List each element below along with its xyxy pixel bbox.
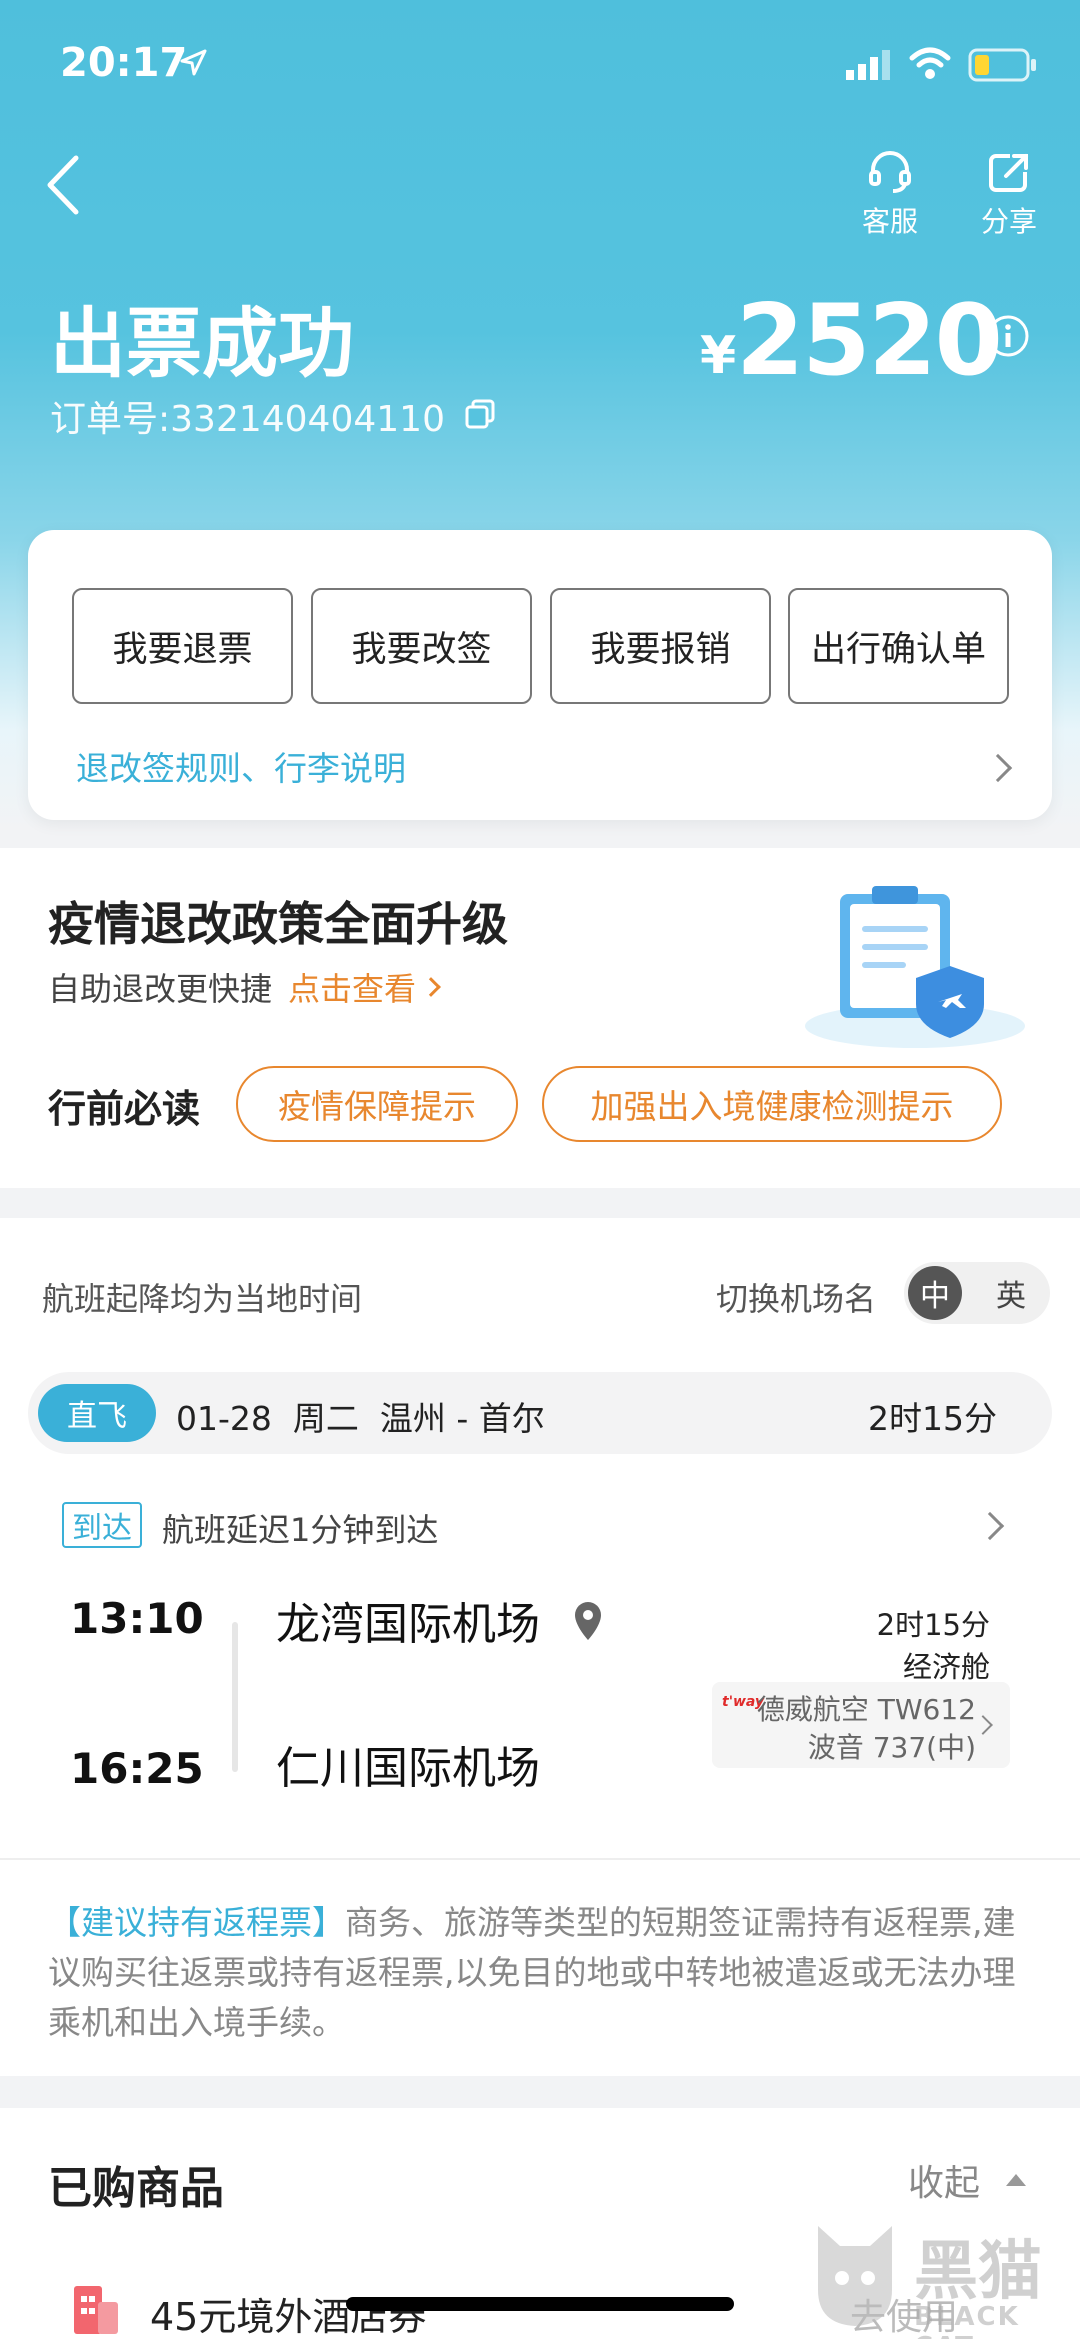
back-button[interactable] [40, 150, 90, 220]
departure-time: 13:10 [70, 1594, 204, 1643]
location-arrow-icon [178, 48, 208, 82]
airline-info-box[interactable]: t'way 德威航空 TW612 波音 737(中) [712, 1682, 1010, 1768]
black-cat-logo-icon [818, 2226, 892, 2326]
watermark-subtext: BLACK CAT [914, 2302, 1020, 2339]
back-arrow-icon [47, 155, 79, 215]
triangle-up-icon[interactable] [1004, 2172, 1028, 2192]
notice-highlight: 【建议持有返程票】 [48, 1903, 345, 1942]
chevron-right-icon[interactable] [983, 753, 1013, 783]
cabin-class: 经济舱 [902, 1650, 990, 1684]
order-number: 订单号:332140404110 [50, 399, 445, 440]
flight-duration: 2时15分 [868, 1399, 997, 1438]
flight-section: 航班起降均为当地时间 切换机场名 中 英 直飞 01-28 周二 温州 - 首尔… [0, 1218, 1080, 1858]
epidemic-guarantee-tag[interactable]: 疫情保障提示 [236, 1066, 518, 1142]
chevron-right-icon[interactable] [975, 1511, 1005, 1541]
purchased-title: 已购商品 [48, 2163, 224, 2214]
epidemic-title: 疫情退改政策全面升级 [48, 897, 508, 951]
customer-service-label: 客服 [861, 205, 918, 238]
rules-link[interactable]: 退改签规则、行李说明 [76, 742, 406, 790]
aircraft-type: 波音 737(中) [807, 1731, 976, 1764]
collapse-button[interactable]: 收起 [908, 2154, 980, 2206]
delay-note: 航班延迟1分钟到达 [162, 1511, 439, 1549]
home-indicator [346, 2297, 734, 2311]
arrival-tag: 到达 [62, 1502, 142, 1548]
status-time: 20:17 [60, 40, 188, 86]
chevron-right-icon [973, 1715, 993, 1735]
lang-en-option[interactable]: 英 [984, 1266, 1038, 1320]
headset-icon [869, 151, 911, 193]
flight-date-route: 01-28 周二 温州 - 首尔 [176, 1399, 545, 1438]
local-time-note: 航班起降均为当地时间 [42, 1280, 363, 1318]
copy-icon[interactable] [465, 399, 495, 433]
watermark-text: 黑猫 [914, 2235, 1042, 2309]
travel-confirmation-button[interactable]: 出行确认单 [788, 588, 1009, 704]
health-check-tag[interactable]: 加强出入境健康检测提示 [542, 1066, 1002, 1142]
change-button[interactable]: 我要改签 [311, 588, 532, 704]
share-label: 分享 [980, 205, 1037, 238]
timeline-divider [232, 1622, 238, 1772]
airline-flight-number: 德威航空 TW612 [756, 1693, 976, 1726]
epidemic-policy-section: 疫情退改政策全面升级 自助退改更快捷 点击查看 行前必读 疫情保障提示 加强出入… [0, 848, 1080, 1188]
price: 2520 [736, 284, 1003, 398]
direct-flight-badge: 直飞 [38, 1384, 156, 1442]
arrival-time: 16:25 [70, 1744, 204, 1793]
price-info-icon[interactable] [986, 314, 1030, 362]
location-pin-icon[interactable] [572, 1600, 604, 1648]
lang-zh-option[interactable]: 中 [908, 1266, 962, 1320]
chevron-right-icon [421, 977, 441, 997]
flight-summary-bar: 直飞 01-28 周二 温州 - 首尔 2时15分 [28, 1372, 1052, 1454]
watermark: 黑猫 BLACK CAT [810, 2220, 1072, 2339]
order-number-row: 订单号:332140404110 [50, 390, 495, 442]
wifi-icon [908, 44, 952, 86]
view-details-link[interactable]: 点击查看 [288, 964, 416, 1010]
must-read-label: 行前必读 [48, 1087, 201, 1131]
language-toggle[interactable]: 中 英 [904, 1262, 1050, 1324]
epidemic-subtitle-row: 自助退改更快捷 点击查看 [48, 964, 441, 1010]
order-actions-card: 我要退票 我要改签 我要报销 出行确认单 退改签规则、行李说明 [28, 530, 1052, 820]
purchased-item-hotel-coupon: 45元境外酒店券 [150, 2295, 427, 2339]
epidemic-subtitle: 自助退改更快捷 [48, 970, 273, 1008]
switch-airport-label: 切换机场名 [716, 1280, 877, 1318]
notice-text-block: 【建议持有返程票】商务、旅游等类型的短期签证需持有返程票,建议购买往返票或持有返… [48, 1898, 1032, 2048]
hotel-icon [72, 2284, 120, 2338]
departure-airport: 龙湾国际机场 [276, 1599, 540, 1650]
battery-icon [968, 48, 1038, 86]
signal-icon [844, 48, 894, 86]
flight-duration-detail: 2时15分 [876, 1608, 990, 1642]
reimburse-button[interactable]: 我要报销 [550, 588, 771, 704]
share-icon [989, 154, 1028, 192]
refund-button[interactable]: 我要退票 [72, 588, 293, 704]
return-ticket-notice: 【建议持有返程票】商务、旅游等类型的短期签证需持有返程票,建议购买往返票或持有返… [0, 1858, 1080, 2076]
customer-service-button[interactable]: 客服 [845, 150, 935, 240]
currency-symbol: ¥ [700, 326, 737, 386]
share-button[interactable]: 分享 [964, 150, 1054, 240]
arrival-airport: 仁川国际机场 [276, 1743, 540, 1794]
page-title: 出票成功 [50, 299, 354, 388]
policy-illustration-icon [780, 876, 1030, 1060]
